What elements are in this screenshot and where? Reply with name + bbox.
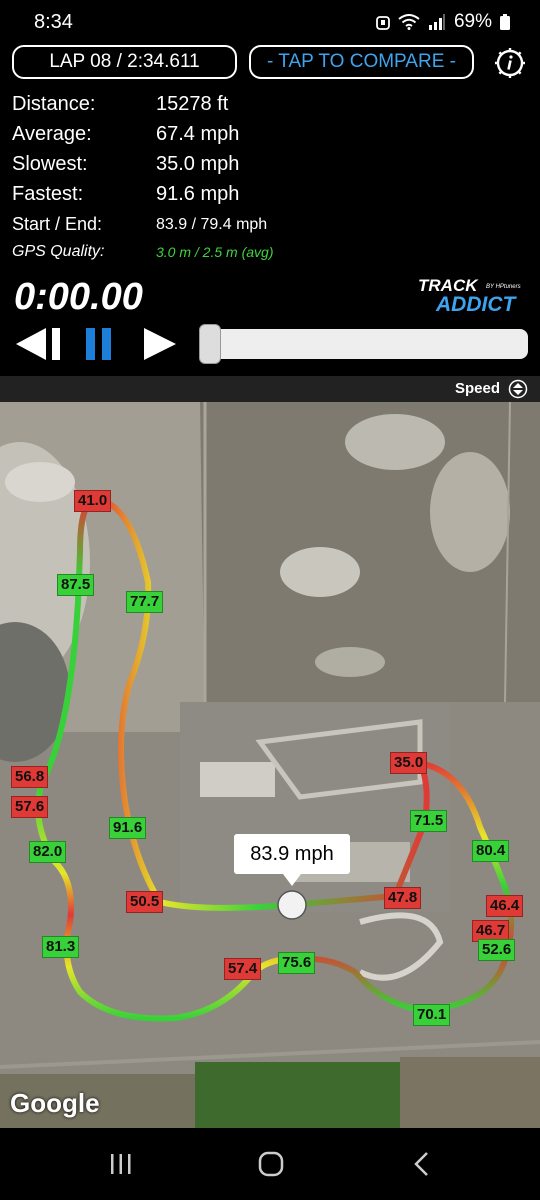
stat-label: Fastest:	[12, 183, 84, 205]
map-layer-label[interactable]: Speed	[455, 380, 500, 397]
stat-label: GPS Quality:	[12, 243, 105, 260]
speed-label: 71.5	[410, 810, 448, 832]
play-icon[interactable]	[142, 324, 178, 364]
speed-label: 81.3	[42, 936, 80, 958]
stat-label: Slowest:	[12, 153, 88, 175]
home-icon[interactable]	[258, 1151, 284, 1177]
compare-label: - TAP TO COMPARE -	[267, 51, 456, 72]
speed-label: 77.7	[126, 591, 164, 613]
system-nav-bar	[0, 1128, 540, 1200]
google-attribution: Google	[10, 1088, 100, 1118]
speed-label: 46.4	[486, 895, 524, 917]
speed-label: 91.6	[109, 817, 147, 839]
track-addict-logo: TRACK BY HPtuners ADDICT	[418, 276, 521, 314]
status-time: 8:34	[34, 11, 73, 33]
playback-slider-thumb[interactable]	[199, 324, 221, 364]
svg-text:ADDICT: ADDICT	[435, 293, 517, 314]
svg-text:BY HPtuners: BY HPtuners	[486, 284, 521, 290]
compare-button[interactable]: - TAP TO COMPARE -	[249, 45, 474, 79]
playback-timer: 0:00.00	[14, 276, 143, 318]
wifi-icon	[398, 14, 420, 30]
signal-icon	[428, 14, 445, 30]
speed-label: 41.0	[74, 490, 112, 512]
stat-label: Distance:	[12, 93, 96, 115]
speed-label: 57.6	[11, 796, 49, 818]
alarm-icon	[376, 16, 390, 30]
lap-label: LAP 08 / 2:34.611	[49, 51, 200, 72]
info-icon[interactable]	[492, 45, 528, 81]
stat-value: 35.0 mph	[156, 153, 240, 175]
stat-value: 15278 ft	[156, 93, 229, 115]
current-position-marker	[277, 890, 307, 920]
recent-apps-icon[interactable]	[108, 1152, 134, 1176]
lap-selector-button[interactable]: LAP 08 / 2:34.611	[12, 45, 237, 79]
speed-label: 35.0	[390, 752, 428, 774]
speed-label: 87.5	[57, 574, 95, 596]
stat-value: 83.9 / 79.4 mph	[156, 216, 268, 233]
status-icons: 69%	[376, 11, 510, 33]
stat-value: 67.4 mph	[156, 123, 240, 145]
speed-label: 75.6	[278, 952, 316, 974]
status-bar: 8:34 69%	[0, 0, 540, 44]
speed-label: 50.5	[126, 891, 164, 913]
speed-label: 47.8	[384, 887, 422, 909]
stat-label: Average:	[12, 123, 92, 145]
speed-label: 57.4	[224, 958, 262, 980]
previous-lap-icon[interactable]	[14, 324, 64, 364]
stat-label: Start / End:	[12, 214, 103, 234]
current-speed-callout: 83.9 mph	[234, 834, 350, 874]
speed-label: 52.6	[478, 939, 516, 961]
battery-icon	[500, 14, 510, 30]
track-map[interactable]: 41.0 87.5 77.7 56.8 57.6 82.0 91.6 50.5 …	[0, 402, 540, 1128]
back-icon[interactable]	[412, 1151, 432, 1177]
speed-label: 80.4	[472, 840, 510, 862]
speed-label: 82.0	[29, 841, 67, 863]
playback-slider-track[interactable]	[200, 329, 528, 359]
stat-value: 3.0 m / 2.5 m (avg)	[156, 244, 274, 260]
map-layer-bar: Speed	[0, 376, 540, 402]
pause-icon[interactable]	[84, 324, 114, 364]
speed-label: 56.8	[11, 766, 49, 788]
stat-value: 91.6 mph	[156, 183, 240, 205]
layer-toggle-icon[interactable]	[508, 379, 528, 399]
battery-percent: 69%	[453, 11, 492, 32]
speed-label: 70.1	[413, 1004, 451, 1026]
